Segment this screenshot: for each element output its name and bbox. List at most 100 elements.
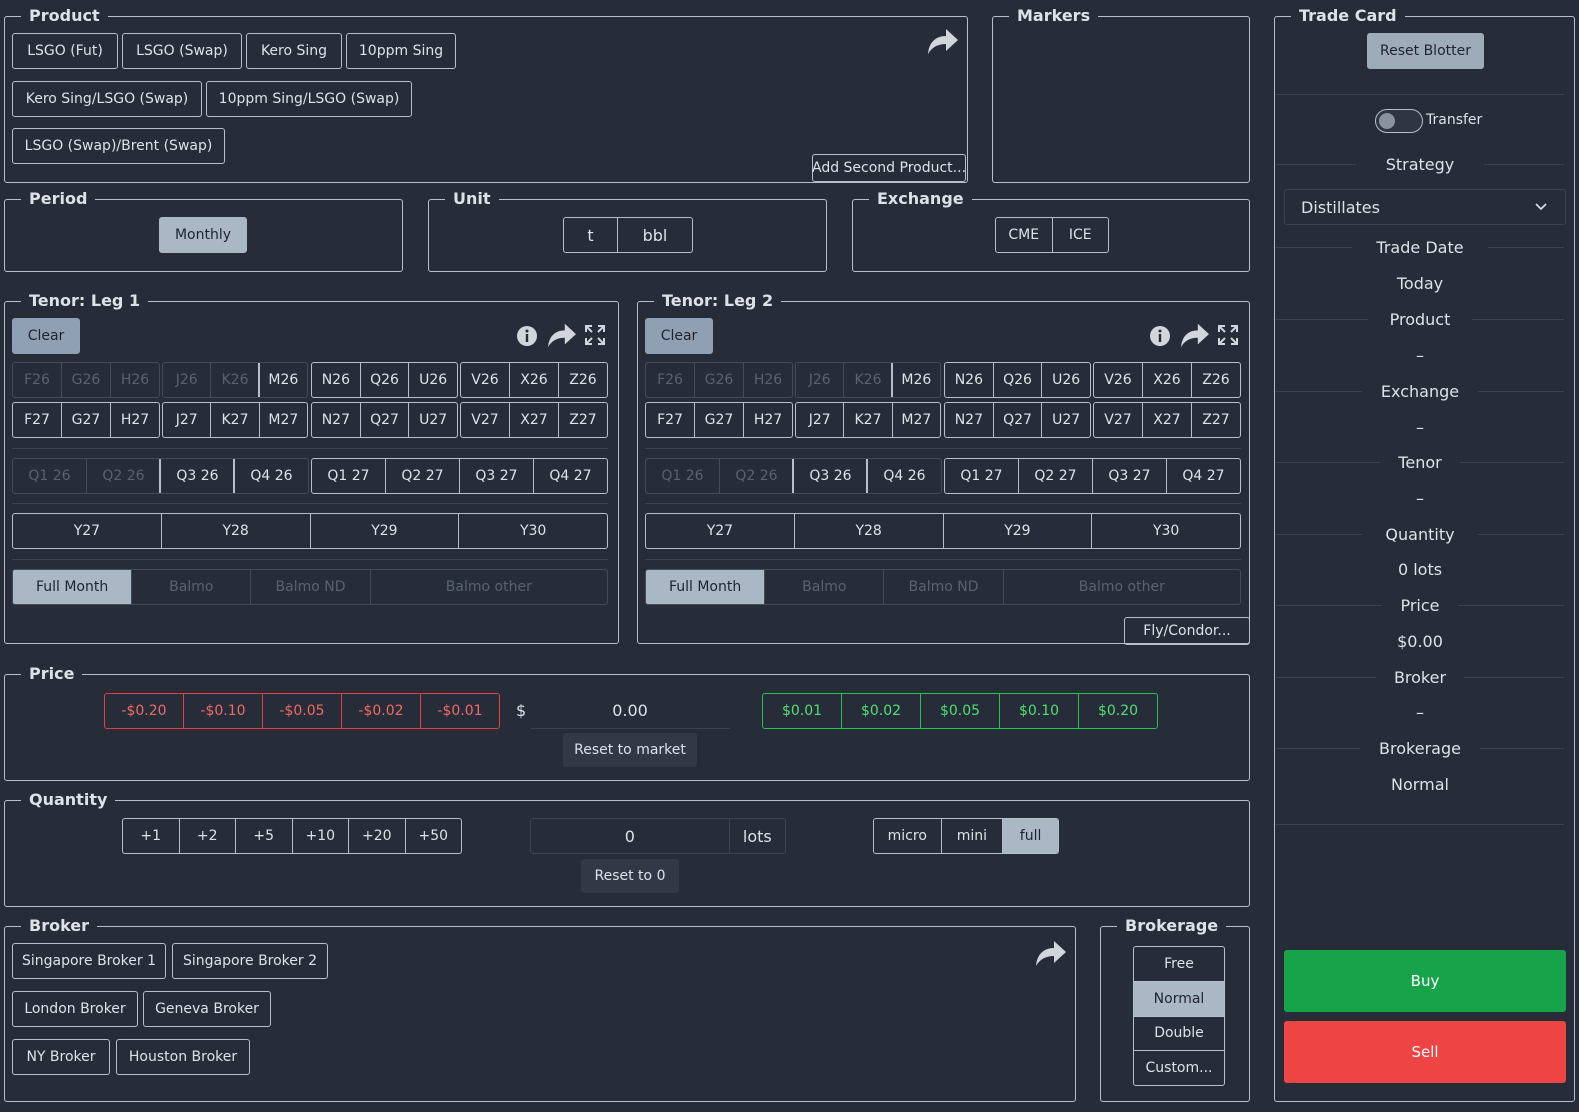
broker-houston-button[interactable]: Houston Broker: [116, 1039, 250, 1075]
price-minus-0.01-button[interactable]: -$0.01: [420, 694, 499, 728]
tenor-month-cell[interactable]: U27: [408, 403, 457, 437]
tenor-leg2-clear-button[interactable]: Clear: [645, 318, 713, 354]
tenor-month-cell[interactable]: N27: [945, 403, 993, 437]
tenor-month-cell[interactable]: H27: [110, 403, 159, 437]
tenor-year-cell[interactable]: Y28: [160, 514, 310, 548]
tenor-year-cell[interactable]: Y29: [942, 514, 1092, 548]
tenor-month-cell[interactable]: Q26: [359, 363, 409, 397]
tenor-month-cell[interactable]: K27: [843, 403, 891, 437]
unit-t-option[interactable]: t: [564, 218, 617, 252]
tenor-quarter-cell[interactable]: Q4 26: [233, 459, 308, 493]
tenor-quarter-cell[interactable]: Q2 27: [1018, 459, 1092, 493]
tenor-month-cell[interactable]: Q26: [992, 363, 1042, 397]
info-icon[interactable]: [516, 325, 538, 347]
price-minus-0.02-button[interactable]: -$0.02: [341, 694, 420, 728]
quantity-plus-5-button[interactable]: +5: [235, 819, 292, 853]
buy-button[interactable]: Buy: [1284, 950, 1566, 1012]
tenor-month-cell[interactable]: U26: [408, 363, 457, 397]
share-icon[interactable]: [546, 321, 578, 349]
tenor-quarter-cell[interactable]: Q4 26: [866, 459, 941, 493]
product-lsgo-fut-button[interactable]: LSGO (Fut): [12, 33, 118, 69]
expand-icon[interactable]: [1217, 324, 1239, 346]
tenor-month-cell[interactable]: U27: [1041, 403, 1090, 437]
tenor-month-cell[interactable]: G27: [694, 403, 743, 437]
quantity-plus-20-button[interactable]: +20: [348, 819, 405, 853]
sell-button[interactable]: Sell: [1284, 1021, 1566, 1083]
exchange-cme-option[interactable]: CME: [996, 218, 1052, 252]
product-lsgo-brent-button[interactable]: LSGO (Swap)/Brent (Swap): [12, 128, 225, 164]
tenor-year-cell[interactable]: Y30: [458, 514, 607, 548]
tenor-month-cell[interactable]: M26: [890, 363, 940, 397]
tenor-month-cell[interactable]: Z26: [1191, 363, 1240, 397]
tenor-month-cell[interactable]: V27: [461, 403, 509, 437]
tenor-month-cell[interactable]: M26: [257, 363, 307, 397]
tenor-month-cell[interactable]: V26: [1094, 363, 1142, 397]
tenor-month-cell[interactable]: Z27: [1191, 403, 1240, 437]
reset-to-market-button[interactable]: Reset to market: [563, 733, 697, 767]
quantity-plus-1-button[interactable]: +1: [123, 819, 179, 853]
tenor-month-cell[interactable]: K27: [210, 403, 258, 437]
broker-london-button[interactable]: London Broker: [12, 991, 138, 1027]
price-minus-0.10-button[interactable]: -$0.10: [183, 694, 262, 728]
quantity-plus-10-button[interactable]: +10: [291, 819, 349, 853]
tenor-month-cell[interactable]: Q27: [992, 403, 1042, 437]
brokerage-custom-option[interactable]: Custom...: [1134, 1051, 1224, 1085]
tenor-quarter-cell[interactable]: Q3 26: [159, 459, 235, 493]
product-lsgo-swap-button[interactable]: LSGO (Swap): [122, 33, 242, 69]
tenor-month-cell[interactable]: X27: [509, 403, 558, 437]
size-full-option[interactable]: full: [1002, 819, 1058, 853]
tenor-month-cell[interactable]: F27: [13, 403, 61, 437]
tenor-quarter-cell[interactable]: Q1 27: [945, 459, 1018, 493]
tenor-quarter-cell[interactable]: Q3 27: [1092, 459, 1166, 493]
tenor-month-cell[interactable]: G27: [61, 403, 110, 437]
tenor-month-cell[interactable]: U26: [1041, 363, 1090, 397]
price-plus-0.20-button[interactable]: $0.20: [1078, 694, 1157, 728]
brokerage-free-option[interactable]: Free: [1134, 947, 1224, 982]
price-minus-0.20-button[interactable]: -$0.20: [105, 694, 183, 728]
info-icon[interactable]: [1149, 325, 1171, 347]
brokerage-normal-option[interactable]: Normal: [1134, 981, 1224, 1017]
price-input[interactable]: 0.00: [530, 693, 730, 729]
expand-icon[interactable]: [584, 324, 606, 346]
price-minus-0.05-button[interactable]: -$0.05: [262, 694, 341, 728]
tenor-month-cell[interactable]: H27: [743, 403, 792, 437]
add-second-product-button[interactable]: Add Second Product...: [812, 154, 966, 182]
price-plus-0.01-button[interactable]: $0.01: [763, 694, 841, 728]
quantity-input[interactable]: 0: [531, 819, 729, 853]
tenor-month-cell[interactable]: N27: [312, 403, 360, 437]
tenor-leg1-clear-button[interactable]: Clear: [12, 318, 80, 354]
mode-full-month-option[interactable]: Full Month: [646, 570, 765, 604]
tenor-quarter-cell[interactable]: Q4 27: [1166, 459, 1240, 493]
broker-singapore-2-button[interactable]: Singapore Broker 2: [172, 943, 328, 979]
tenor-year-cell[interactable]: Y30: [1091, 514, 1240, 548]
price-plus-0.10-button[interactable]: $0.10: [999, 694, 1078, 728]
tenor-month-cell[interactable]: X27: [1142, 403, 1191, 437]
fly-condor-button[interactable]: Fly/Condor...: [1124, 617, 1250, 645]
tenor-month-cell[interactable]: N26: [945, 363, 993, 397]
share-icon[interactable]: [926, 26, 960, 56]
tenor-month-cell[interactable]: F27: [646, 403, 694, 437]
tenor-month-cell[interactable]: V26: [461, 363, 509, 397]
quantity-plus-50-button[interactable]: +50: [404, 819, 462, 853]
tenor-month-cell[interactable]: N26: [312, 363, 360, 397]
tenor-quarter-cell[interactable]: Q4 27: [533, 459, 607, 493]
transfer-toggle[interactable]: [1375, 109, 1423, 133]
tenor-quarter-cell[interactable]: Q3 27: [459, 459, 533, 493]
mode-full-month-option[interactable]: Full Month: [13, 570, 132, 604]
tenor-month-cell[interactable]: X26: [1142, 363, 1191, 397]
unit-bbl-option[interactable]: bbl: [616, 218, 692, 252]
reset-to-zero-button[interactable]: Reset to 0: [581, 859, 679, 893]
tenor-year-cell[interactable]: Y29: [309, 514, 459, 548]
broker-geneva-button[interactable]: Geneva Broker: [143, 991, 271, 1027]
tenor-year-cell[interactable]: Y27: [646, 514, 794, 548]
share-icon[interactable]: [1179, 321, 1211, 349]
size-mini-option[interactable]: mini: [940, 819, 1003, 853]
tenor-month-cell[interactable]: Z27: [558, 403, 607, 437]
tenor-month-cell[interactable]: M27: [258, 403, 307, 437]
tenor-quarter-cell[interactable]: Q2 27: [385, 459, 459, 493]
product-10ppm-sing-button[interactable]: 10ppm Sing: [346, 33, 456, 69]
tenor-quarter-cell[interactable]: Q3 26: [792, 459, 868, 493]
product-kero-sing-button[interactable]: Kero Sing: [246, 33, 342, 69]
period-monthly-button[interactable]: Monthly: [159, 217, 247, 253]
tenor-month-cell[interactable]: V27: [1094, 403, 1142, 437]
